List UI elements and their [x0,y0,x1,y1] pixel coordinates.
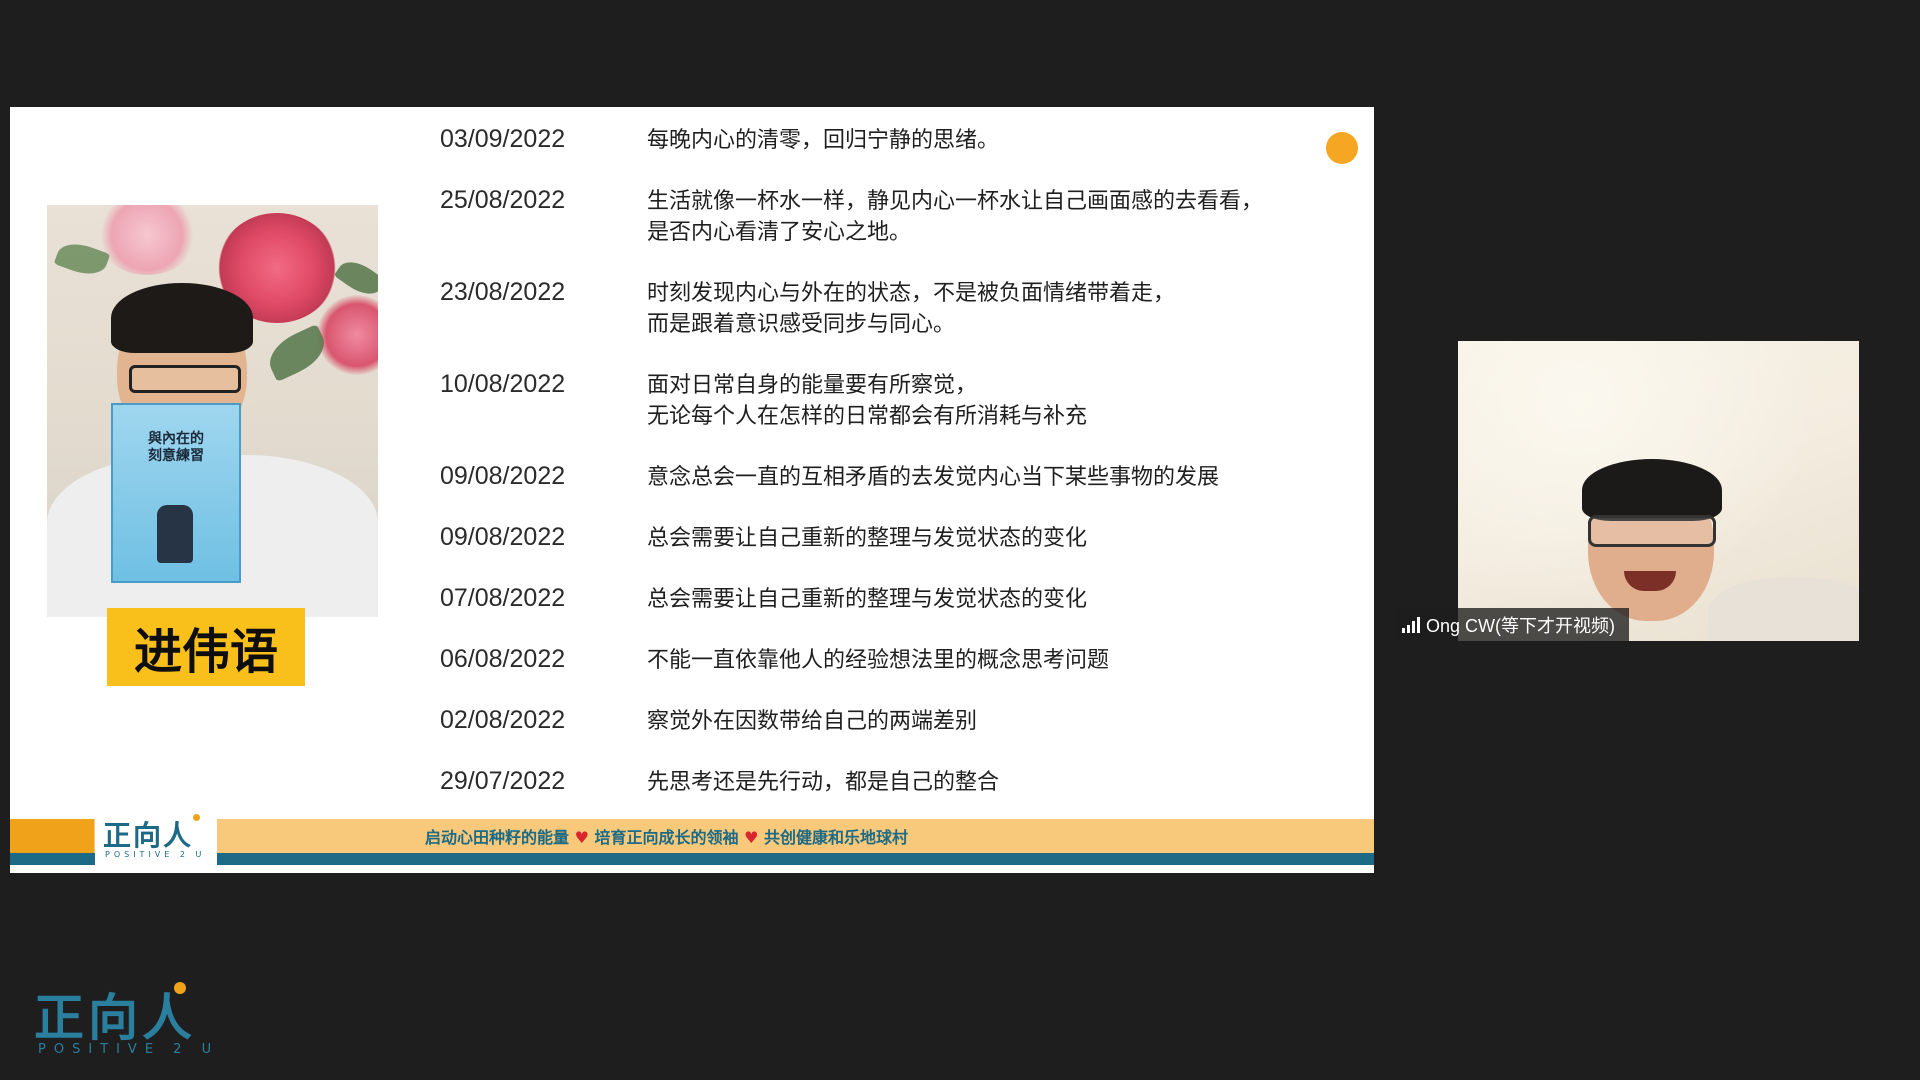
slogan-part: 启动心田种籽的能量 [425,828,570,847]
participant-name: Ong CW(等下才开视频) [1426,615,1615,636]
entry-text: 时刻发现内心与外在的状态，不是被负面情绪带着走， 而是跟着意识感受同步与同心。 [647,281,1176,337]
entry-date: 25/08/2022 [440,186,566,214]
entry-date: 03/09/2022 [440,125,566,153]
entry-date: 09/08/2022 [440,523,566,551]
slide-footer: 正向人 POSITIVE 2 U 启动心田种籽的能量 ♥ 培育正向成长的领袖 ♥… [10,812,1374,873]
entry-text: 不能一直依靠他人的经验想法里的概念思考问题 [647,648,1110,673]
entry-text: 察觉外在因数带给自己的两端差别 [647,709,978,734]
heart-icon: ♥ [744,828,759,847]
entry-date: 06/08/2022 [440,645,566,673]
entry-date: 29/07/2022 [440,767,566,795]
heart-icon: ♥ [574,828,589,847]
book-cover: 與內在的 刻意練習 [111,403,241,583]
person-hair [111,283,253,353]
entry-text: 总会需要让自己重新的整理与发觉状态的变化 [647,526,1088,551]
watermark-subtext: POSITIVE 2 U [38,1042,220,1057]
footer-logo-subtext: POSITIVE 2 U [105,850,206,859]
name-plate: 进伟语 [107,608,305,686]
participant-shoulder [1708,577,1859,641]
footer-logo-text: 正向人 [103,819,194,852]
flower-decoration [317,295,378,375]
book-title: 與內在的 刻意練習 [148,431,204,464]
logo-dot [193,814,200,821]
meeting-screen: 與內在的 刻意練習 进伟语 03/09/2022 每晚内心的清零，回归宁静的思绪… [0,0,1920,1080]
entry-date: 10/08/2022 [440,370,566,398]
participant-glasses [1588,515,1716,547]
watermark-dot [174,982,186,994]
entry-text: 先思考还是先行动，都是自己的整合 [647,770,1000,795]
shared-slide: 與內在的 刻意練習 进伟语 03/09/2022 每晚内心的清零，回归宁静的思绪… [10,107,1374,873]
decorative-dot [1326,132,1358,164]
participant-video[interactable] [1458,341,1859,641]
footer-logo: 正向人 POSITIVE 2 U [95,812,217,865]
entry-date: 07/08/2022 [440,584,566,612]
entry-date: 09/08/2022 [440,462,566,490]
entry-date: 23/08/2022 [440,278,566,306]
glasses [129,365,241,393]
footer-accent-block [10,819,94,853]
flower-decoration [97,205,197,275]
slogan-part: 共创健康和乐地球村 [764,828,909,847]
bottle-illustration [157,505,193,563]
entry-date: 02/08/2022 [440,706,566,734]
entry-text: 每晚内心的清零，回归宁静的思绪。 [647,128,1000,153]
slogan-part: 培育正向成长的领袖 [594,828,739,847]
brand-watermark: 正向人 POSITIVE 2 U [34,978,214,1058]
participant-name-label: Ong CW(等下才开视频) [1394,608,1629,641]
profile-photo: 與內在的 刻意練習 [47,205,378,617]
entry-text: 总会需要让自己重新的整理与发觉状态的变化 [647,587,1088,612]
entry-text: 面对日常自身的能量要有所察觉， 无论每个人在怎样的日常都会有所消耗与补充 [647,373,1088,429]
footer-slogan: 启动心田种籽的能量 ♥ 培育正向成长的领袖 ♥ 共创健康和乐地球村 [425,824,908,848]
participant-hair [1582,459,1722,521]
entry-text: 意念总会一直的互相矛盾的去发觉内心当下某些事物的发展 [647,465,1220,490]
watermark-logo-text: 正向人 [34,989,196,1047]
signal-strength-icon [1402,616,1420,633]
entry-text: 生活就像一杯水一样，静见内心一杯水让自己画面感的去看看， 是否内心看清了安心之地… [647,189,1264,245]
